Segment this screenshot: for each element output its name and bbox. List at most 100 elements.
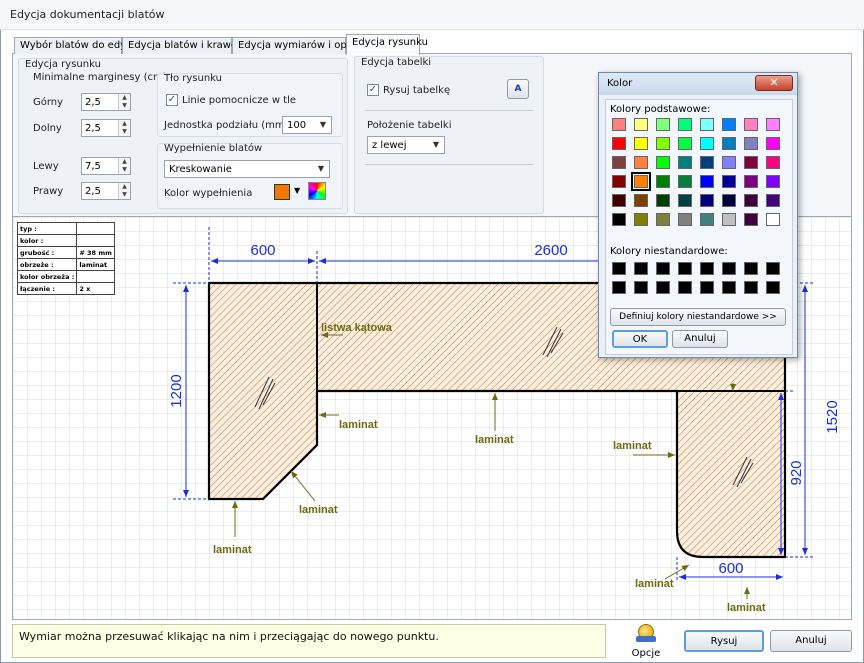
label-laminat[interactable]: laminat bbox=[635, 578, 674, 590]
color-swatch[interactable] bbox=[656, 194, 670, 207]
color-swatch[interactable] bbox=[678, 281, 692, 294]
tab-select-tops[interactable]: Wybór blatów do edycji bbox=[14, 37, 137, 54]
color-swatch[interactable] bbox=[744, 118, 758, 131]
label-laminat[interactable]: laminat bbox=[299, 504, 338, 516]
color-swatch[interactable] bbox=[656, 137, 670, 150]
color-swatch[interactable] bbox=[722, 175, 736, 188]
margin-left-spinner[interactable]: 7,5 ▲ ▼ bbox=[81, 157, 131, 175]
helper-lines-checkbox[interactable]: ✓ bbox=[166, 94, 178, 106]
color-swatch[interactable] bbox=[744, 137, 758, 150]
ok-button[interactable]: OK bbox=[612, 330, 668, 348]
spin-down-icon[interactable]: ▼ bbox=[119, 128, 130, 136]
color-swatch[interactable] bbox=[722, 118, 736, 131]
define-custom-colors-button[interactable]: Definiuj kolory niestandardowe >> bbox=[610, 308, 786, 326]
spin-up-icon[interactable]: ▲ bbox=[119, 158, 130, 166]
color-swatch[interactable] bbox=[678, 118, 692, 131]
color-swatch[interactable] bbox=[678, 137, 692, 150]
cancel-button[interactable]: Anuluj bbox=[770, 630, 852, 652]
color-swatch[interactable] bbox=[612, 156, 626, 169]
color-swatch[interactable] bbox=[634, 194, 648, 207]
tab-edit-drawing[interactable]: Edycja rysunku bbox=[346, 34, 428, 55]
color-swatch[interactable] bbox=[678, 213, 692, 226]
color-swatch[interactable] bbox=[700, 175, 714, 188]
spin-down-icon[interactable]: ▼ bbox=[119, 166, 130, 174]
label-laminat[interactable]: laminat bbox=[727, 602, 766, 614]
color-swatch[interactable] bbox=[612, 262, 626, 275]
color-swatch[interactable] bbox=[700, 194, 714, 207]
table-position-select[interactable]: z lewej ▼ bbox=[367, 136, 445, 154]
margin-top-spinner[interactable]: 2,5 ▲ ▼ bbox=[81, 93, 131, 111]
color-swatch[interactable] bbox=[744, 281, 758, 294]
dim-600-top[interactable]: 600 bbox=[250, 242, 275, 259]
color-swatch[interactable] bbox=[678, 194, 692, 207]
color-swatch[interactable] bbox=[612, 175, 626, 188]
color-swatch[interactable] bbox=[766, 175, 780, 188]
color-swatch[interactable] bbox=[744, 156, 758, 169]
label-corner-strip[interactable]: listwa kątowa bbox=[321, 322, 393, 334]
color-swatch[interactable] bbox=[722, 281, 736, 294]
color-swatch[interactable] bbox=[612, 213, 626, 226]
dim-2600[interactable]: 2600 bbox=[534, 242, 567, 259]
dim-1520[interactable]: 1520 bbox=[824, 400, 841, 433]
draw-table-checkbox[interactable]: ✓ bbox=[367, 84, 379, 96]
draw-button[interactable]: Rysuj bbox=[684, 630, 764, 652]
fill-pattern-select[interactable]: Kreskowanie ▼ bbox=[164, 160, 330, 178]
color-swatch[interactable] bbox=[722, 137, 736, 150]
margin-right-spinner[interactable]: 2,5 ▲ ▼ bbox=[81, 182, 131, 200]
color-swatch[interactable] bbox=[612, 118, 626, 131]
color-swatch[interactable] bbox=[656, 118, 670, 131]
spin-down-icon[interactable]: ▼ bbox=[119, 102, 130, 110]
spin-up-icon[interactable]: ▲ bbox=[119, 183, 130, 191]
color-swatch[interactable] bbox=[634, 118, 648, 131]
color-swatch[interactable] bbox=[656, 262, 670, 275]
color-swatch[interactable] bbox=[678, 175, 692, 188]
color-swatch[interactable] bbox=[744, 175, 758, 188]
color-swatch[interactable] bbox=[722, 156, 736, 169]
dim-920[interactable]: 920 bbox=[788, 460, 805, 485]
fill-color-swatch[interactable] bbox=[274, 184, 290, 200]
color-dialog-titlebar[interactable]: Kolor ✕ bbox=[599, 73, 797, 95]
color-swatch[interactable] bbox=[744, 213, 758, 226]
tab-edit-tops[interactable]: Edycja blatów i krawędzi bbox=[122, 37, 252, 54]
color-swatch[interactable] bbox=[722, 262, 736, 275]
dialog-cancel-button[interactable]: Anuluj bbox=[672, 330, 728, 348]
chevron-down-icon[interactable]: ▼ bbox=[294, 186, 300, 195]
dim-1200[interactable]: 1200 bbox=[168, 374, 185, 407]
color-swatch[interactable] bbox=[631, 172, 651, 191]
color-swatch[interactable] bbox=[634, 213, 648, 226]
spin-up-icon[interactable]: ▲ bbox=[119, 120, 130, 128]
color-swatch[interactable] bbox=[700, 262, 714, 275]
color-swatch[interactable] bbox=[722, 194, 736, 207]
margin-bottom-spinner[interactable]: 2,5 ▲ ▼ bbox=[81, 119, 131, 137]
color-swatch[interactable] bbox=[700, 281, 714, 294]
color-swatch[interactable] bbox=[722, 213, 736, 226]
label-laminat[interactable]: laminat bbox=[475, 434, 514, 446]
color-swatch[interactable] bbox=[678, 156, 692, 169]
color-swatch[interactable] bbox=[766, 281, 780, 294]
color-swatch[interactable] bbox=[634, 262, 648, 275]
color-swatch[interactable] bbox=[700, 213, 714, 226]
color-swatch[interactable] bbox=[700, 156, 714, 169]
color-swatch[interactable] bbox=[700, 118, 714, 131]
tab-edit-dimensions[interactable]: Edycja wymiarów i opisów bbox=[232, 37, 369, 54]
color-swatch[interactable] bbox=[744, 262, 758, 275]
color-swatch[interactable] bbox=[700, 137, 714, 150]
unit-select[interactable]: 100 ▼ bbox=[282, 116, 332, 134]
label-laminat[interactable]: laminat bbox=[339, 419, 378, 431]
color-swatch[interactable] bbox=[656, 175, 670, 188]
color-swatch[interactable] bbox=[766, 262, 780, 275]
color-swatch[interactable] bbox=[656, 213, 670, 226]
font-settings-icon[interactable]: A bbox=[507, 79, 529, 99]
color-swatch[interactable] bbox=[766, 156, 780, 169]
label-laminat[interactable]: laminat bbox=[613, 440, 652, 452]
dim-600-bottom[interactable]: 600 bbox=[718, 560, 743, 577]
color-swatch[interactable] bbox=[766, 137, 780, 150]
color-swatch[interactable] bbox=[656, 156, 670, 169]
color-swatch[interactable] bbox=[634, 137, 648, 150]
color-swatch[interactable] bbox=[766, 194, 780, 207]
color-swatch[interactable] bbox=[766, 213, 780, 226]
color-swatch[interactable] bbox=[634, 281, 648, 294]
color-swatch[interactable] bbox=[656, 281, 670, 294]
color-swatch[interactable] bbox=[766, 118, 780, 131]
color-swatch[interactable] bbox=[744, 194, 758, 207]
